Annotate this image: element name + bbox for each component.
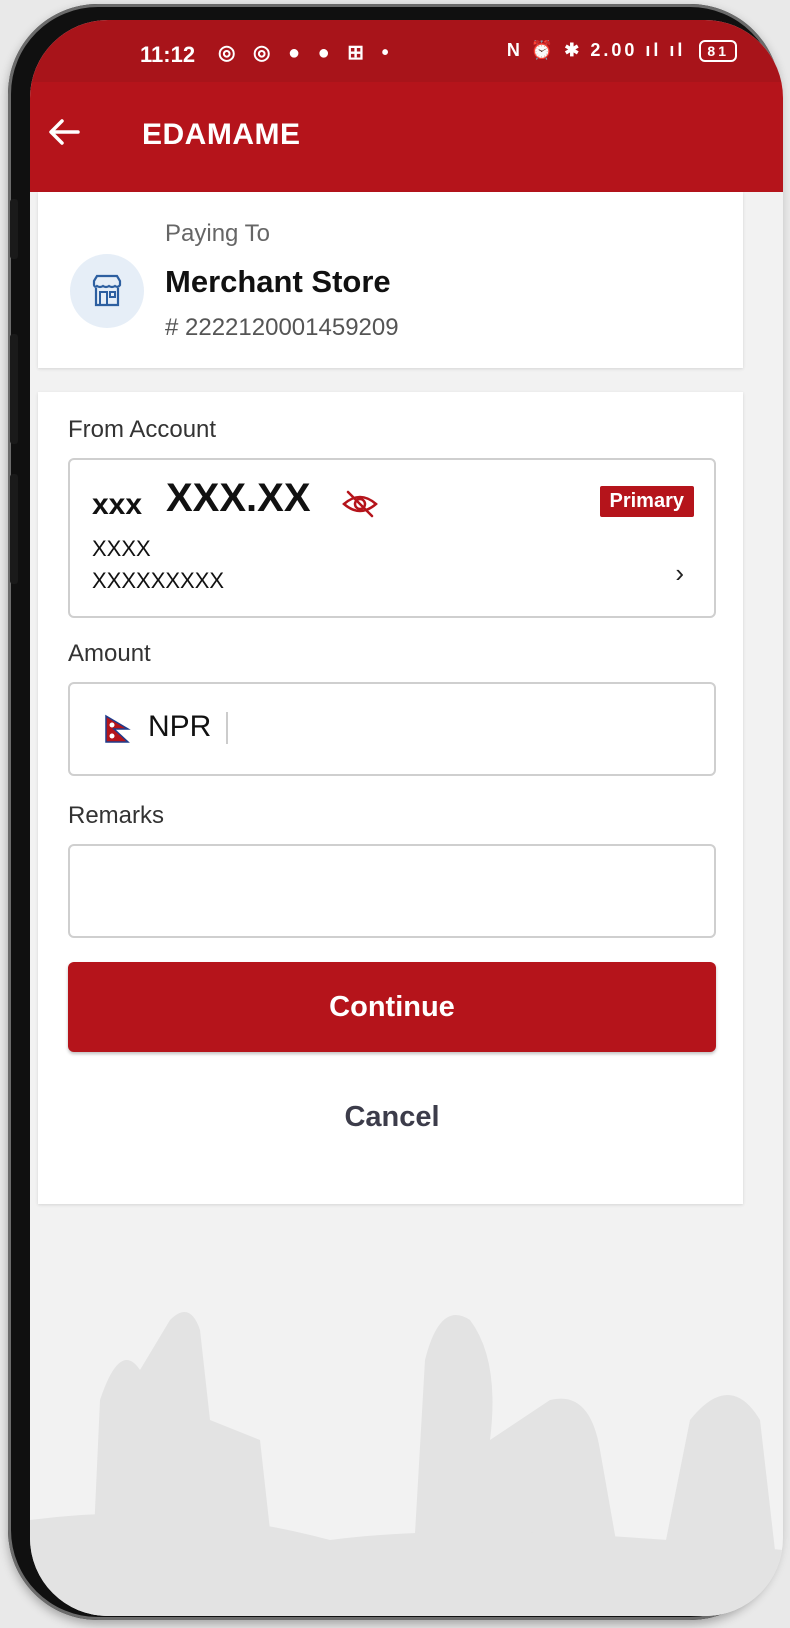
- amount-input[interactable]: NPR: [68, 682, 716, 776]
- nepal-flag-icon: [105, 714, 131, 743]
- power-button: [10, 474, 18, 584]
- signal-icons: N ⏰ ✱ 2.00 ıl ıl: [506, 40, 686, 60]
- battery-icon: 81: [699, 40, 737, 62]
- text-cursor: [226, 712, 228, 744]
- app-bar: EDAMAME: [30, 82, 783, 192]
- store-icon: [70, 254, 144, 328]
- account-number: XXXXXXXXX: [92, 568, 225, 593]
- account-balance: XXX.XX: [166, 476, 311, 520]
- volume-button: [10, 334, 18, 444]
- remarks-input[interactable]: [68, 844, 716, 938]
- from-account-label: From Account: [68, 416, 217, 443]
- merchant-name: Merchant Store: [165, 264, 391, 299]
- phone-frame: 11:12 ◎ ◎ ● ● ⊞ • N ⏰ ✱ 2.00 ıl ıl 81 ED…: [8, 4, 783, 1620]
- account-selector[interactable]: xxx XXX.XX Primary XXXX XXXXXXXXX ›: [68, 458, 716, 618]
- continue-button[interactable]: Continue: [68, 962, 716, 1052]
- page-title: EDAMAME: [142, 118, 301, 151]
- remarks-label: Remarks: [68, 802, 165, 829]
- notification-icons: ◎ ◎ ● ● ⊞ •: [218, 42, 395, 64]
- primary-badge: Primary: [599, 486, 694, 517]
- amount-currency: NPR: [148, 710, 212, 743]
- amount-label: Amount: [68, 640, 151, 667]
- merchant-id: # 2222120001459209: [165, 314, 399, 341]
- chevron-right-icon: ›: [675, 558, 684, 588]
- eye-off-icon[interactable]: [340, 486, 380, 522]
- back-arrow-icon[interactable]: [44, 112, 84, 152]
- payment-form-card: From Account xxx XXX.XX Primary XXXX XXX…: [38, 392, 743, 1204]
- system-icons: N ⏰ ✱ 2.00 ıl ıl 81: [507, 40, 737, 62]
- merchant-card: Paying To Merchant Store # 2222120001459…: [38, 192, 743, 368]
- volume-button: [10, 199, 18, 259]
- paying-to-label: Paying To: [165, 220, 270, 247]
- status-bar: 11:12 ◎ ◎ ● ● ⊞ • N ⏰ ✱ 2.00 ıl ıl 81: [30, 20, 783, 82]
- screen: 11:12 ◎ ◎ ● ● ⊞ • N ⏰ ✱ 2.00 ıl ıl 81 ED…: [30, 20, 783, 1616]
- account-currency: xxx: [92, 488, 143, 521]
- status-time: 11:12: [140, 42, 196, 67]
- background-illustration: [30, 1312, 783, 1616]
- account-name: XXXX: [92, 536, 151, 561]
- cancel-button[interactable]: Cancel: [68, 1082, 716, 1152]
